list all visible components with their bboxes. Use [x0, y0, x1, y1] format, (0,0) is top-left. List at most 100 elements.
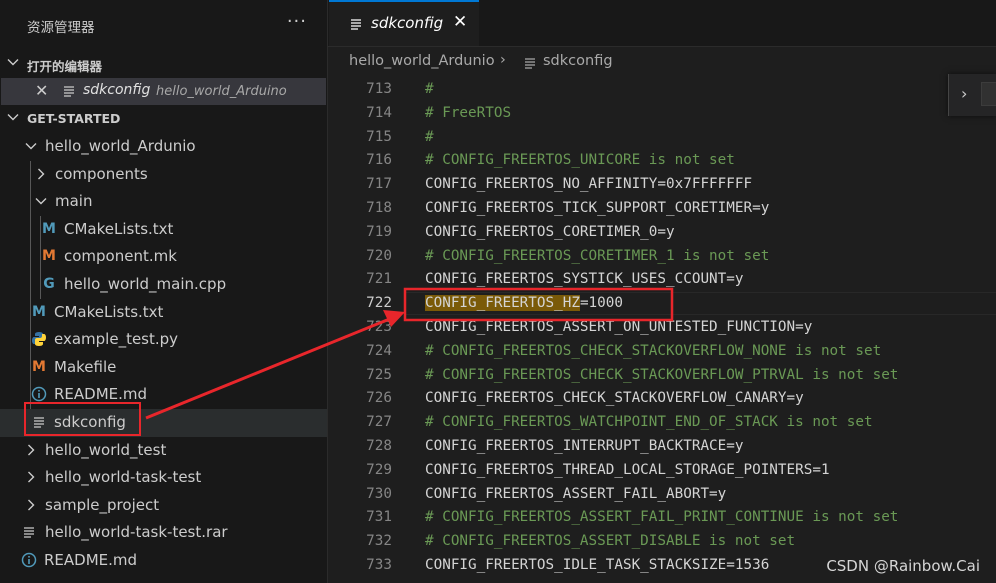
code-line[interactable]: 720 # CONFIG_FREERTOS_CORETIMER_1 is not …	[328, 245, 996, 269]
line-text-rest: =1000	[579, 295, 623, 312]
tree-item-label: CMakeLists.txt	[54, 302, 164, 321]
search-match-highlight: CONFIG_FREERTOS_HZ	[425, 295, 580, 312]
line-number: 720	[366, 247, 392, 264]
code-line[interactable]: 730 CONFIG_FREERTOS_ASSERT_FAIL_ABORT=y	[328, 483, 996, 507]
line-text: CONFIG_FREERTOS_TICK_SUPPORT_CORETIMER=y	[425, 200, 770, 216]
close-icon[interactable]: ✕	[453, 12, 467, 32]
code-line[interactable]: 726 CONFIG_FREERTOS_CHECK_STACKOVERFLOW_C…	[328, 387, 996, 411]
file-lines-icon	[24, 527, 34, 538]
find-replace-toggle[interactable]: ›	[961, 84, 967, 103]
tab-sdkconfig[interactable]: sdkconfig ✕	[329, 0, 479, 46]
chevron-right-icon	[28, 444, 35, 456]
line-number: 722	[366, 295, 392, 312]
tree-file[interactable]: G hello_world_main.cpp	[0, 271, 327, 299]
tree-file[interactable]: M CMakeLists.txt	[0, 216, 327, 244]
chevron-right-icon	[28, 499, 35, 511]
explorer-header: 资源管理器 ···	[0, 0, 327, 50]
more-actions-icon[interactable]: ···	[287, 11, 307, 32]
find-input[interactable]	[981, 82, 996, 106]
info-icon	[21, 552, 37, 568]
code-line-current[interactable]: 722 CONFIG_FREERTOS_HZ=1000	[328, 292, 996, 316]
code-line[interactable]: 725 # CONFIG_FREERTOS_CHECK_STACKOVERFLOW…	[328, 364, 996, 388]
tree-folder[interactable]: hello_world-task-test	[0, 464, 327, 492]
line-text: # CONFIG_FREERTOS_UNICORE is not set	[425, 152, 735, 169]
line-text: # CONFIG_FREERTOS_CORETIMER_1 is not set	[425, 247, 770, 264]
line-number: 714	[366, 104, 392, 121]
tree-folder[interactable]: components	[0, 161, 327, 189]
line-text: # CONFIG_FREERTOS_WATCHPOINT_END_OF_STAC…	[425, 414, 873, 431]
makefile-icon: M	[42, 248, 56, 265]
close-icon[interactable]: ✕	[35, 81, 48, 100]
tree-item-label: sample_project	[45, 495, 160, 514]
tree-folder[interactable]: main	[0, 188, 327, 216]
line-text: # CONFIG_FREERTOS_CHECK_STACKOVERFLOW_NO…	[425, 342, 882, 359]
open-editors-label: 打开的编辑器	[27, 59, 103, 74]
open-editor-item-sdkconfig[interactable]: ✕ sdkconfig hello_world_Arduino	[1, 78, 326, 105]
line-text: # CONFIG_FREERTOS_CHECK_STACKOVERFLOW_PT…	[425, 366, 899, 383]
tree-file[interactable]: M CMakeLists.txt	[0, 299, 327, 327]
open-editor-description: hello_world_Arduino	[156, 84, 287, 99]
line-text: CONFIG_FREERTOS_THREAD_LOCAL_STORAGE_POI…	[425, 461, 830, 478]
open-editor-name: sdkconfig	[83, 82, 151, 98]
code-line[interactable]: 729 CONFIG_FREERTOS_THREAD_LOCAL_STORAGE_…	[328, 459, 996, 483]
line-text: #	[425, 81, 434, 97]
tree-file[interactable]: README.md	[0, 547, 327, 575]
line-text: # CONFIG_FREERTOS_ASSERT_FAIL_PRINT_CONT…	[425, 509, 899, 526]
line-text: CONFIG_FREERTOS_ASSERT_FAIL_ABORT=y	[425, 485, 727, 502]
line-text: CONFIG_FREERTOS_INTERRUPT_BACKTRACE=y	[425, 438, 744, 454]
code-line[interactable]: 714 # FreeRTOS	[328, 102, 996, 126]
tree-item-label: component.mk	[64, 247, 177, 266]
tree-folder[interactable]: sample_project	[0, 492, 327, 520]
cpp-file-icon: G	[43, 275, 55, 292]
tree-folder[interactable]: hello_world_Ardunio	[0, 133, 327, 161]
tree-file[interactable]: M Makefile	[0, 354, 327, 382]
tree-file[interactable]: example_test.py	[0, 326, 327, 354]
code-line[interactable]: 723 CONFIG_FREERTOS_ASSERT_ON_UNTESTED_FU…	[328, 316, 996, 340]
code-line[interactable]: 732 # CONFIG_FREERTOS_ASSERT_DISABLE is n…	[328, 530, 996, 554]
tree-item-label: README.md	[44, 550, 138, 569]
code-line[interactable]: 727 # CONFIG_FREERTOS_WATCHPOINT_END_OF_S…	[328, 411, 996, 435]
annotation-box-sdkconfig	[24, 402, 141, 436]
code-line[interactable]: 717 CONFIG_FREERTOS_NO_AFFINITY=0x7FFFFFF…	[328, 173, 996, 197]
line-number: 728	[366, 438, 392, 454]
tree-item-label: CMakeLists.txt	[64, 219, 174, 238]
line-text: CONFIG_FREERTOS_HZ=1000	[425, 295, 623, 312]
tree-item-label: hello_world_main.cpp	[64, 274, 227, 293]
line-text: CONFIG_FREERTOS_NO_AFFINITY=0x7FFFFFFF	[425, 176, 753, 193]
chevron-down-icon	[35, 198, 47, 205]
chevron-down-icon	[7, 59, 19, 66]
code-editor[interactable]: 713 #714 # FreeRTOS 715 #716 # CONFIG_FREERTO…	[328, 78, 996, 583]
tree-file[interactable]: hello_world-task-test.rar	[0, 519, 327, 547]
code-line[interactable]: 715 #	[328, 126, 996, 150]
workspace-section-header[interactable]: GET-STARTED	[0, 105, 327, 133]
makefile-icon: M	[32, 358, 46, 375]
chevron-right-icon	[38, 168, 45, 180]
open-editors-section-header[interactable]: 打开的编辑器	[0, 50, 327, 78]
code-line[interactable]: 721 CONFIG_FREERTOS_SYSTICK_USES_CCOUNT=y	[328, 268, 996, 292]
tree-item-label: hello_world-task-test.rar	[45, 523, 228, 542]
code-line[interactable]: 731 # CONFIG_FREERTOS_ASSERT_FAIL_PRINT_C…	[328, 506, 996, 530]
line-text: # FreeRTOS	[425, 104, 512, 121]
code-line[interactable]: 716 # CONFIG_FREERTOS_UNICORE is not set	[328, 149, 996, 173]
chevron-down-icon	[7, 114, 19, 121]
tree-file[interactable]: M component.mk	[0, 243, 327, 271]
tree-folder[interactable]: hello_world_test	[0, 437, 327, 465]
breadcrumb-file[interactable]: sdkconfig	[543, 53, 613, 69]
chevron-right-icon	[28, 471, 35, 483]
breadcrumb: hello_world_Ardunio › sdkconfig	[328, 47, 996, 77]
code-line[interactable]: 728 CONFIG_FREERTOS_INTERRUPT_BACKTRACE=y	[328, 435, 996, 459]
breadcrumb-folder[interactable]: hello_world_Ardunio	[349, 53, 495, 69]
line-number: 723	[366, 319, 392, 335]
find-widget: ›	[948, 74, 996, 116]
code-line[interactable]: 724 # CONFIG_FREERTOS_CHECK_STACKOVERFLOW…	[328, 340, 996, 364]
line-text: #	[425, 128, 434, 145]
code-line[interactable]: 719 CONFIG_FREERTOS_CORETIMER_0=y	[328, 221, 996, 245]
line-number: 725	[366, 366, 392, 383]
line-number: 717	[366, 176, 392, 193]
line-number: 719	[366, 223, 392, 240]
code-line[interactable]: 713 #	[328, 78, 996, 102]
line-number: 713	[366, 81, 392, 97]
code-line[interactable]: 718 CONFIG_FREERTOS_TICK_SUPPORT_CORETIME…	[328, 197, 996, 221]
info-icon	[31, 387, 47, 402]
line-number: 729	[366, 461, 392, 478]
